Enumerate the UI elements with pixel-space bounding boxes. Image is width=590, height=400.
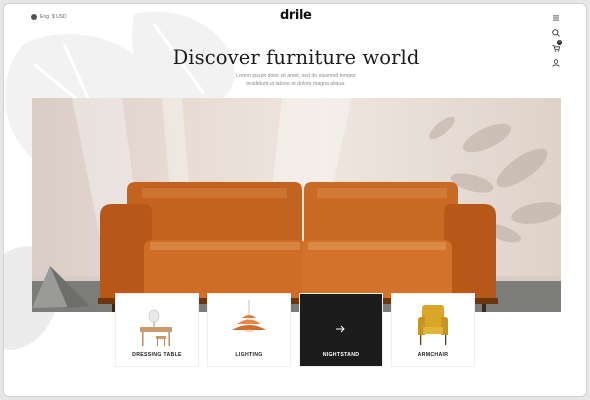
category-label: DRESSING TABLE bbox=[132, 352, 182, 358]
site-logo[interactable]: drile bbox=[280, 8, 312, 23]
language-label[interactable]: Eng bbox=[40, 14, 49, 20]
page-frame: Eng $ USD drile 0 Discover furniture wor… bbox=[3, 3, 587, 397]
category-card-nightstand[interactable]: NIGHTSTAND bbox=[300, 294, 382, 366]
hero-subtitle: Lorem ipsum dolor sit amet, sed do eiusm… bbox=[236, 73, 356, 87]
cart-count-badge: 0 bbox=[557, 40, 562, 45]
category-card-armchair[interactable]: ARMCHAIR bbox=[392, 294, 474, 366]
dressing-table-icon bbox=[140, 309, 172, 346]
menu-icon[interactable] bbox=[551, 13, 561, 23]
category-label: LIGHTING bbox=[235, 352, 263, 358]
search-icon[interactable] bbox=[551, 28, 561, 38]
category-cards: DRESSING TABLE LIGHTING NIGHTSTAND ARMCH… bbox=[116, 294, 474, 366]
category-card-lighting[interactable]: LIGHTING bbox=[208, 294, 290, 366]
page-title: Discover furniture world bbox=[172, 46, 420, 69]
arrow-right-icon[interactable] bbox=[332, 321, 348, 337]
category-label: NIGHTSTAND bbox=[322, 352, 360, 358]
hero-image bbox=[32, 98, 561, 312]
sofa-scene-illustration bbox=[32, 98, 561, 312]
currency-label[interactable]: $ USD bbox=[52, 14, 67, 20]
globe-icon bbox=[31, 14, 37, 20]
pendant-lamp-icon bbox=[232, 300, 266, 333]
language-currency-switcher[interactable]: Eng $ USD bbox=[31, 14, 67, 20]
category-label: ARMCHAIR bbox=[417, 352, 449, 358]
armchair-icon bbox=[418, 305, 448, 345]
category-card-dressing-table[interactable]: DRESSING TABLE bbox=[116, 294, 198, 366]
